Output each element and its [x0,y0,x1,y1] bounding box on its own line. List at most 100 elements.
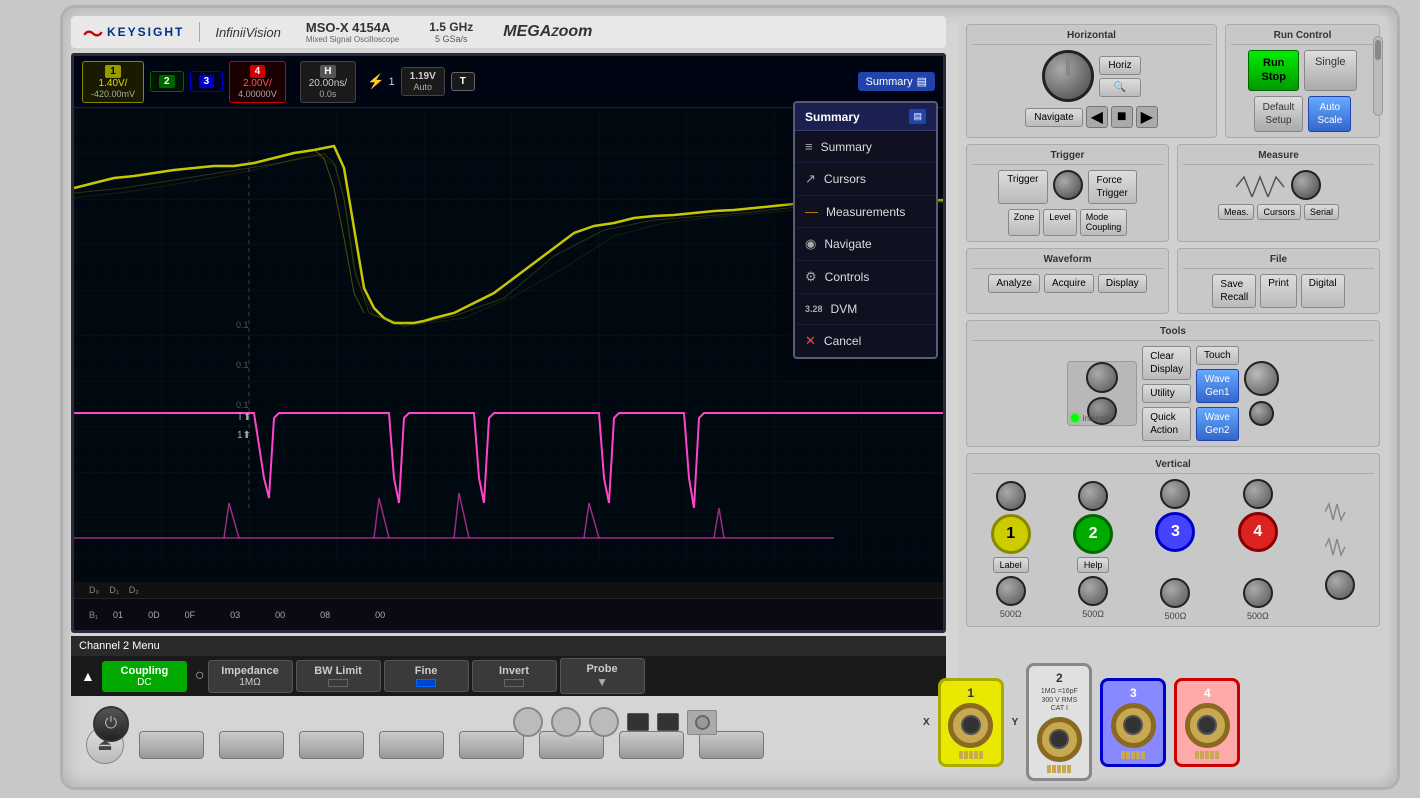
measure-knob[interactable] [1291,170,1321,200]
auto-scale-button[interactable]: AutoScale [1308,96,1351,132]
h-indicator[interactable]: H 20.00ns/ 0.0s [300,61,356,103]
right-knob-2[interactable] [1249,401,1274,426]
ch3-vert-button[interactable]: 3 [1155,512,1195,552]
probe-button[interactable]: Probe ▼ [560,658,645,694]
trigger-knob[interactable] [1053,170,1083,200]
bwlimit-button[interactable]: BW Limit [296,660,381,692]
horizontal-knob[interactable] [1042,50,1094,102]
cursors-ctrl-button[interactable]: Cursors [1257,204,1301,220]
ch4-vert-knob-bot[interactable] [1243,578,1273,608]
print-button[interactable]: Print [1260,274,1297,308]
clear-display-button[interactable]: ClearDisplay [1142,346,1191,380]
ch1-indicator[interactable]: 1 1.40V/ -420.00mV [82,61,144,103]
ch3-bnc[interactable]: 3 [1100,678,1166,767]
trigger-indicator[interactable]: 1.19V Auto [401,67,445,96]
t-indicator[interactable]: T [451,72,475,91]
touch-area[interactable]: Intensity [1067,361,1137,426]
quick-action-button[interactable]: QuickAction [1142,407,1191,441]
front-btn-3[interactable] [299,731,364,759]
right-nav-button[interactable]: ▶ [1136,106,1158,128]
save-recall-button[interactable]: SaveRecall [1212,274,1256,308]
x-label-group: X [923,717,930,728]
ch1-bnc-connector[interactable] [948,703,993,748]
label-button[interactable]: Label [993,557,1029,573]
run-stop-button[interactable]: RunStop [1248,50,1298,91]
front-port-knob-1[interactable] [513,707,543,737]
ch1-vert-knob-top[interactable] [996,481,1026,511]
navigate-button[interactable]: Navigate [1025,108,1082,127]
power-button[interactable]: ⏻ [93,706,129,742]
ch2-bnc-connector[interactable] [1037,717,1082,762]
front-panel-buttons: ⏏ [71,727,946,762]
wave-gen2-button[interactable]: WaveGen2 [1196,407,1239,441]
menu-item-navigate[interactable]: ◉ Navigate [795,228,936,261]
menu-item-controls[interactable]: ⚙ Controls [795,261,936,294]
left-nav-button[interactable]: ◀ [1086,106,1108,128]
ch1-vert-button[interactable]: 1 [991,514,1031,554]
touch-button[interactable]: Touch [1196,346,1239,365]
single-button[interactable]: Single [1304,50,1357,91]
menu-item-cancel[interactable]: ✕ Cancel [795,325,936,357]
ch4-indicator[interactable]: 4 2.00V/ 4.00000V [229,61,286,103]
trigger-button[interactable]: Trigger [998,170,1047,204]
level-button[interactable]: Level [1043,209,1077,237]
menu-overlay[interactable]: Summary ▤ ≡ Summary ↗ Cursors — Measurem… [793,101,938,359]
menu-item-summary[interactable]: ≡ Summary [795,131,936,163]
display-button[interactable]: Display [1098,274,1147,293]
impedance-button[interactable]: Impedance 1MΩ [208,660,293,693]
zone-button[interactable]: Zone [1008,209,1041,237]
up-arrow-button[interactable]: ▲ [77,664,99,688]
ch2-bnc-spec: 1MΩ =16pF300 V RMSCAT I [1041,688,1078,713]
right-knob-1[interactable] [1244,361,1279,396]
y-label: Y [1012,717,1019,728]
front-port-knob-2[interactable] [551,707,581,737]
ch4-vert-button[interactable]: 4 [1238,512,1278,552]
mode-coupling-button[interactable]: ModeCoupling [1080,209,1128,237]
analyze-button[interactable]: Analyze [988,274,1040,293]
touch-knob-1[interactable] [1086,362,1118,392]
front-btn-1[interactable] [139,731,204,759]
front-btn-2[interactable] [219,731,284,759]
ch4-bnc-connector[interactable] [1185,703,1230,748]
ch2-bnc-pins [1034,765,1084,773]
ch3-bnc-connector[interactable] [1111,703,1156,748]
ch3-indicator[interactable]: 3 [190,71,224,92]
digital-button[interactable]: Digital [1301,274,1345,308]
default-setup-button[interactable]: DefaultSetup [1254,96,1304,132]
ch2-vert-knob-top[interactable] [1078,481,1108,511]
ch2-bnc[interactable]: 2 1MΩ =16pF300 V RMSCAT I [1026,663,1092,780]
coupling-button[interactable]: Coupling DC [102,661,187,692]
ch1-offset: -420.00mV [91,89,135,99]
ch2-indicator[interactable]: 2 [150,71,184,92]
acquire-button[interactable]: Acquire [1044,274,1094,293]
menu-item-dvm[interactable]: 3.28 DVM [795,294,936,325]
serial-button[interactable]: Serial [1304,204,1339,220]
menu-item-cursors[interactable]: ↗ Cursors [795,163,936,196]
front-port-knob-3[interactable] [589,707,619,737]
ch1-vert-knob-bot[interactable] [996,576,1026,606]
summary-button[interactable]: Summary ▤ [858,72,935,91]
ch2-vert-button[interactable]: 2 [1073,514,1113,554]
ch1-bnc[interactable]: 1 [938,678,1004,767]
ch4-bnc[interactable]: 4 [1174,678,1240,767]
ch4-vert-knob-top[interactable] [1243,479,1273,509]
meas-button[interactable]: Meas. [1218,204,1255,220]
horiz-button[interactable]: Horiz [1099,56,1140,75]
scroll-indicator[interactable] [1373,36,1383,116]
fine-button[interactable]: Fine [384,660,469,692]
utility-button[interactable]: Utility [1142,384,1191,403]
brand-name: KEYSIGHT [107,25,184,39]
stop-nav-button[interactable]: ■ [1111,106,1133,128]
ch3-vert-knob-bot[interactable] [1160,578,1190,608]
invert-button[interactable]: Invert [472,660,557,692]
ch3-vert-knob-top[interactable] [1160,479,1190,509]
force-trigger-button[interactable]: ForceTrigger [1088,170,1137,204]
front-btn-4[interactable] [379,731,444,759]
menu-item-measurements[interactable]: — Measurements [795,196,936,228]
right-side-knob[interactable] [1325,570,1355,600]
wave-gen1-button[interactable]: WaveGen1 [1196,369,1239,403]
help-button[interactable]: Help [1077,557,1110,573]
ch2-vert-knob-bot[interactable] [1078,576,1108,606]
zoom-button[interactable]: 🔍 [1099,78,1140,97]
measurements-menu-label: Measurements [826,205,905,219]
